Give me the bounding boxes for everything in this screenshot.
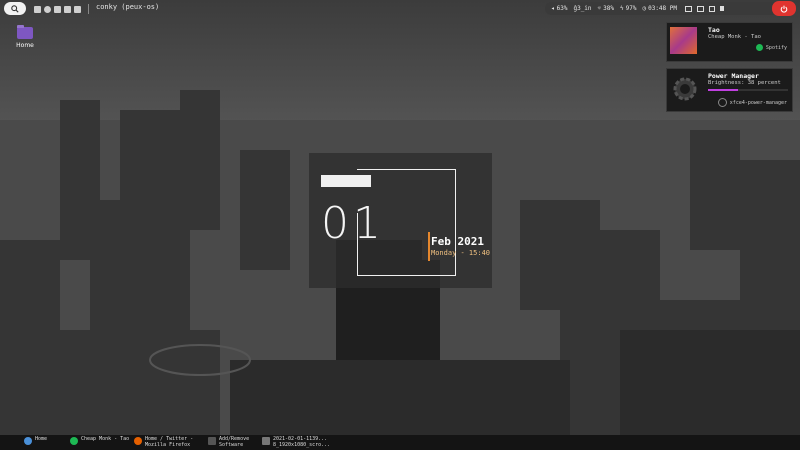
notification-app: xfce4-power-manager [717, 98, 787, 107]
package-icon [208, 437, 216, 445]
battery-indicator[interactable]: ϟ 97% [620, 5, 636, 12]
terminal-icon[interactable] [64, 5, 71, 13]
task-spotify[interactable]: Cheap Monk - Tao [70, 436, 130, 445]
search-button[interactable] [4, 2, 26, 15]
clock-accent [428, 232, 430, 261]
notification-app-name: xfce4-power-manager [729, 99, 787, 106]
task-label: Add/Remove Software [219, 436, 250, 448]
brightness-value: 38% [603, 5, 614, 12]
file-icon[interactable] [34, 5, 41, 13]
brightness-bar [708, 89, 788, 91]
active-window-title[interactable]: conky (peux-os) [96, 3, 159, 11]
clipboard-icon[interactable] [720, 6, 724, 11]
volume-indicator[interactable]: ◂ 63% [551, 5, 567, 12]
tray-icons [685, 5, 724, 12]
notification-body: Cheap Monk - Tao [708, 34, 761, 40]
clock-icon: ◷ [642, 5, 647, 12]
task-label: Home [35, 436, 48, 442]
home-label: Home [16, 42, 34, 49]
power-icon [780, 5, 788, 13]
clock-indicator[interactable]: ◷ 03:48 PM [642, 5, 677, 12]
speaker-icon: ◂ [551, 5, 555, 12]
monitor-icon[interactable] [685, 5, 692, 12]
system-tray: ◂ 63% ĝ3_in ☼ 38% ϟ 97% ◷ 03:48 PM [545, 2, 789, 15]
taskbar: Home Cheap Monk - Tao Home / Twitter - Mo… [0, 435, 800, 450]
brightness-indicator[interactable]: ☼ 38% [598, 5, 614, 12]
task-add-remove[interactable]: Add/Remove Software [208, 436, 250, 448]
notification-title: Tao [708, 26, 720, 34]
folder-icon[interactable] [54, 5, 61, 13]
grid-icon[interactable] [74, 5, 81, 13]
notification-title: Power Manager [708, 72, 759, 80]
display-icon[interactable] [697, 5, 704, 12]
brightness-bar-fill [708, 89, 739, 91]
notification-app: Spotify [755, 44, 787, 51]
steam-icon[interactable] [44, 5, 51, 13]
task-label: Home / Twitter - Mozilla Firefox [145, 436, 194, 448]
bolt-icon: ϟ [620, 5, 624, 12]
sun-icon: ☼ [597, 5, 602, 12]
clock-date: Feb 2021 [431, 235, 484, 248]
clock-time: Monday - 15:40 [431, 249, 491, 257]
task-label: Cheap Monk - Tao [81, 436, 130, 442]
task-home[interactable]: Home [24, 436, 48, 445]
conky-clock-widget: 01 Feb 2021 Monday - 15:40 [309, 153, 492, 288]
home-icon [24, 437, 32, 445]
panel-separator [88, 4, 89, 14]
firefox-icon [134, 437, 142, 445]
folder-icon [17, 25, 33, 39]
notification-body: Brightness: 38 percent [708, 80, 781, 86]
clock-day: 01 [321, 198, 385, 249]
power-button[interactable] [772, 1, 796, 16]
task-label: 2021-02-01-1139... 8_1920x1080_scro... [273, 436, 331, 448]
spotify-icon [755, 44, 763, 51]
network-value: ĝ3_in [573, 5, 592, 12]
album-art [670, 27, 697, 54]
volume-value: 63% [556, 5, 568, 12]
task-image[interactable]: 2021-02-01-1139... 8_1920x1080_scro... [262, 436, 331, 448]
battery-value: 97% [625, 5, 637, 12]
windows-icon[interactable] [709, 5, 715, 12]
notification-app-name: Spotify [765, 44, 787, 51]
task-firefox[interactable]: Home / Twitter - Mozilla Firefox [134, 436, 194, 448]
top-panel: conky (peux-os) ◂ 63% ĝ3_in ☼ 38% ϟ 97% ◷ 03… [0, 0, 800, 18]
spotify-icon [70, 437, 78, 445]
desktop-home-icon[interactable]: Home [10, 25, 40, 49]
notification-spotify[interactable]: Tao Cheap Monk - Tao Spotify [666, 22, 793, 62]
network-indicator[interactable]: ĝ3_in [573, 5, 591, 12]
magnifier-icon [11, 4, 19, 13]
power-manager-icon [717, 98, 727, 107]
notification-power-manager[interactable]: Power Manager Brightness: 38 percent xfc… [666, 68, 793, 112]
image-icon [262, 437, 270, 445]
clock-bar [321, 175, 371, 187]
gear-icon [673, 77, 697, 101]
launcher-group [34, 2, 81, 16]
clock-value: 03:48 PM [648, 5, 677, 12]
